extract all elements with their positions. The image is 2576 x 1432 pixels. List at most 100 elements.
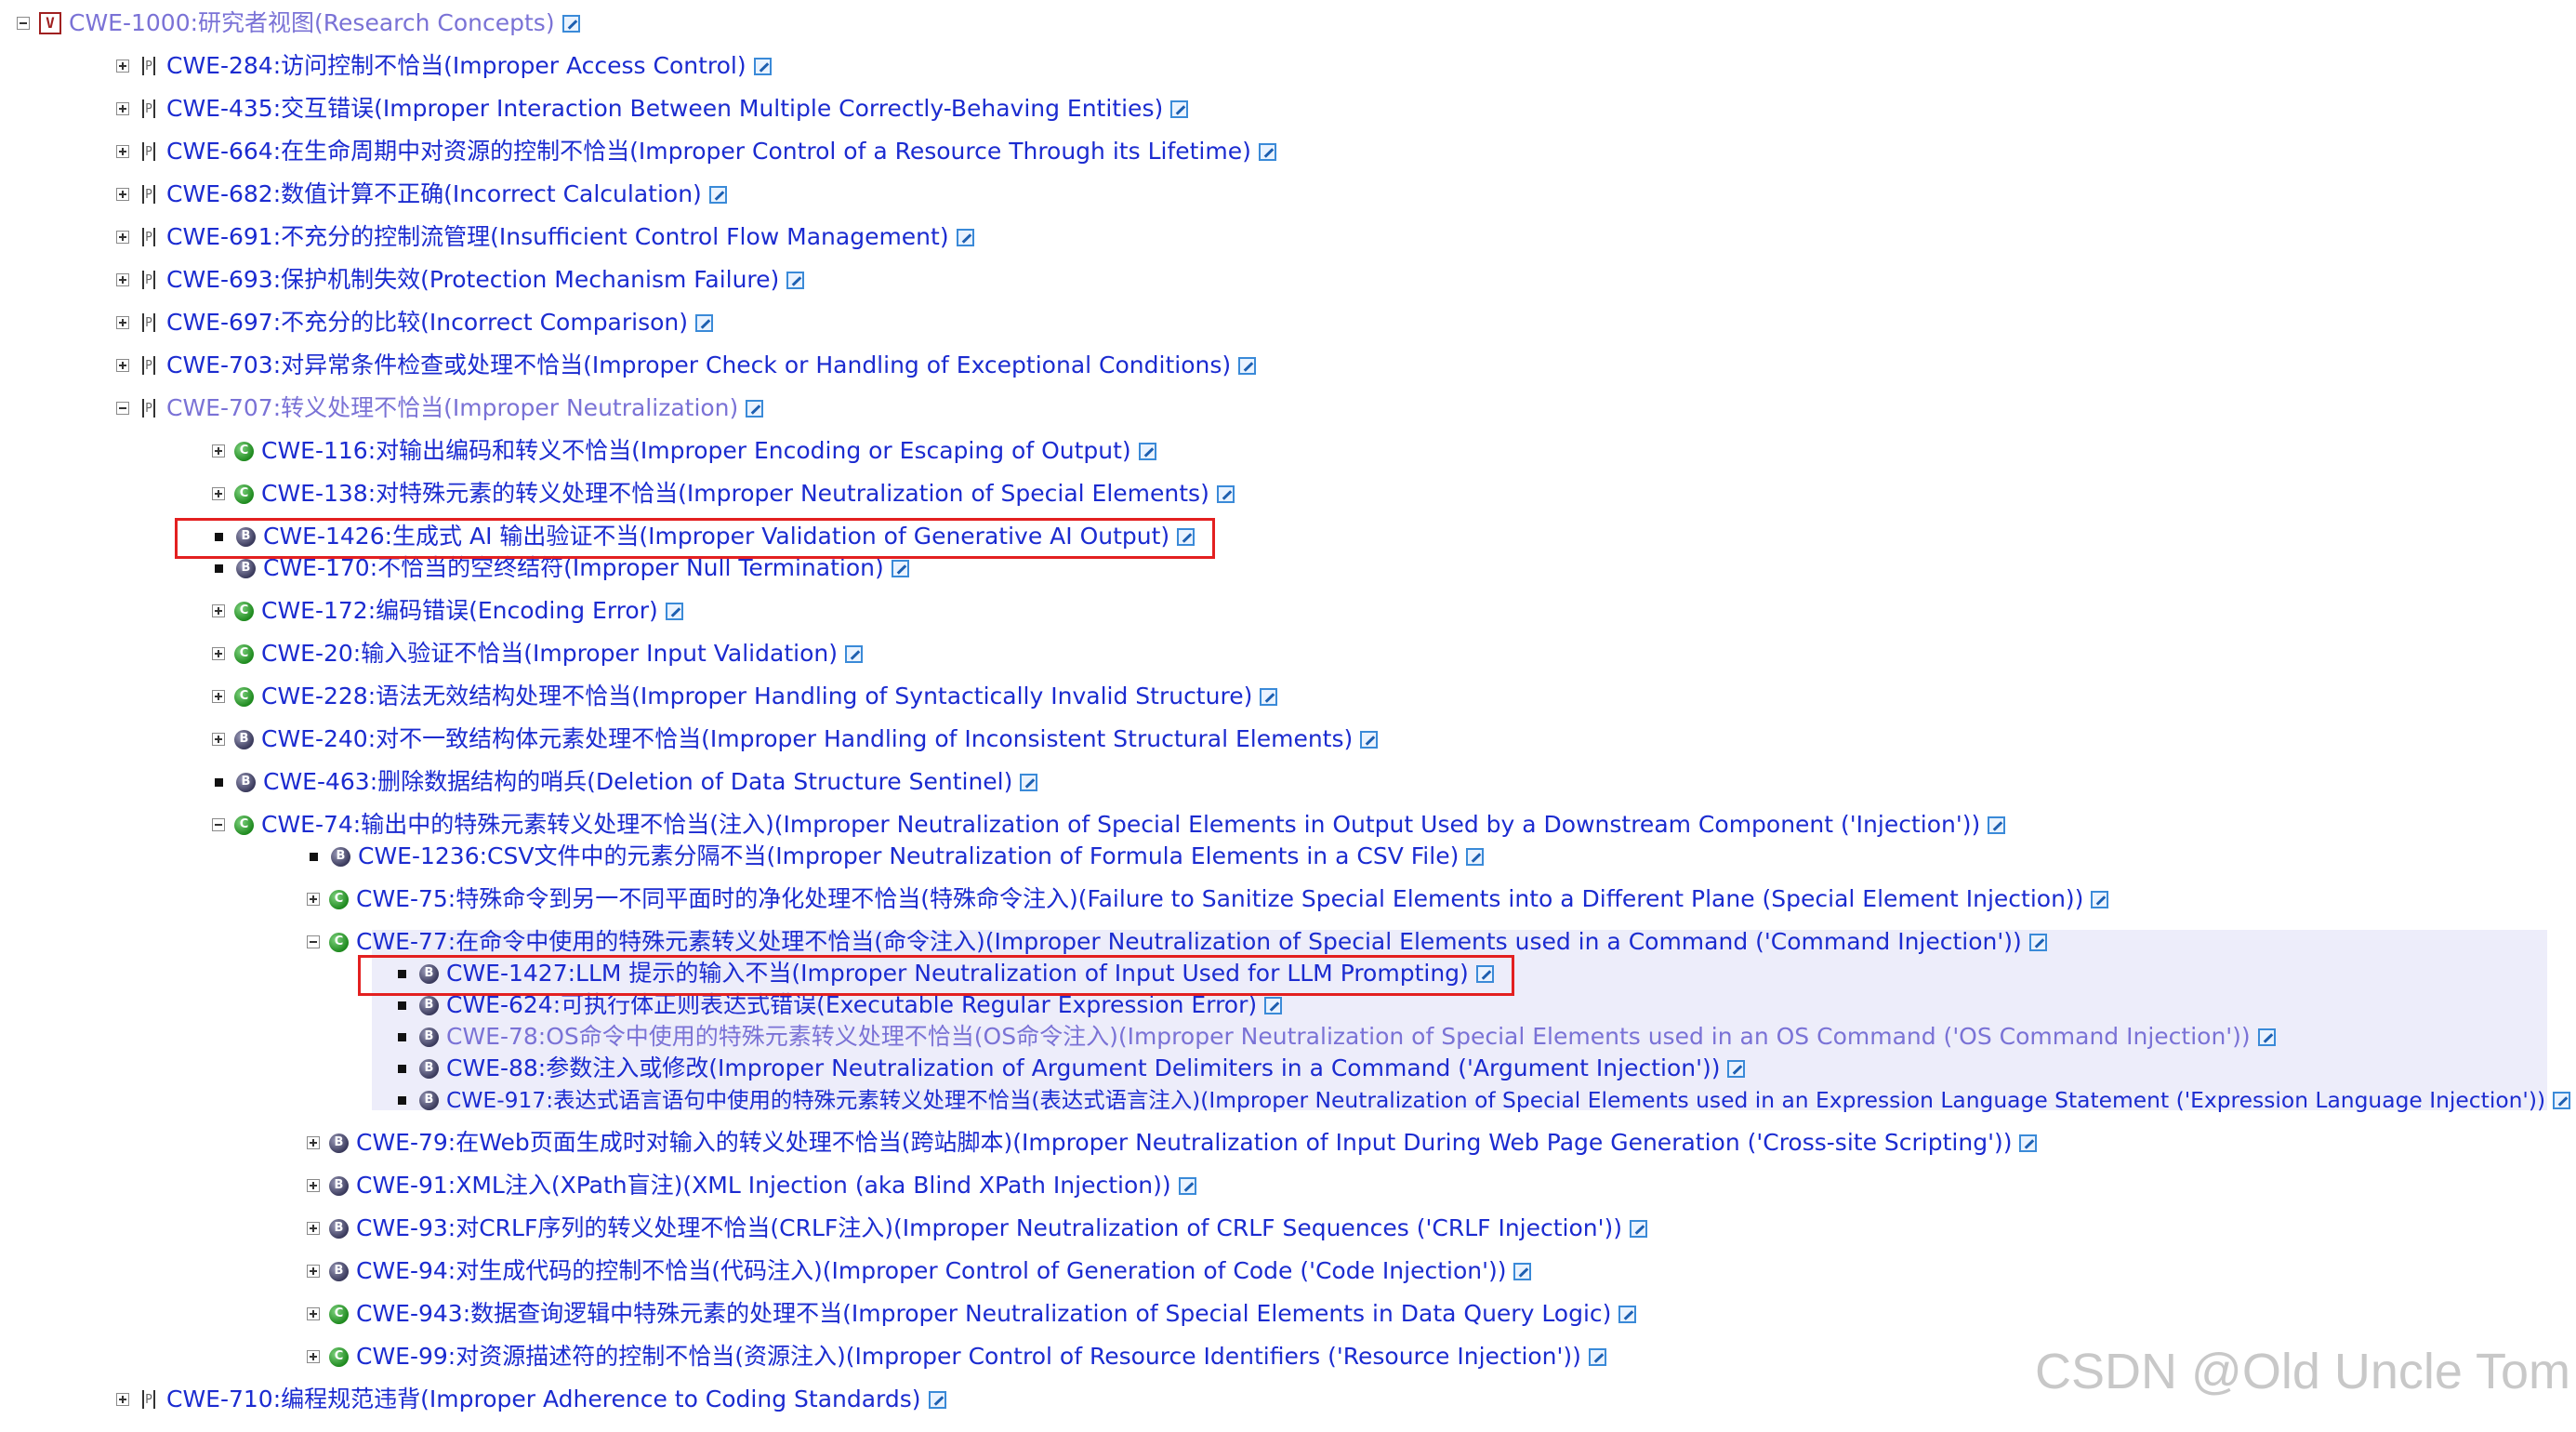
expand-toggle-icon[interactable] (307, 1350, 320, 1363)
tree-node[interactable]: P CWE-707:转义处理不恰当(Improper Neutralization… (116, 391, 764, 425)
edit-icon[interactable] (2028, 933, 2047, 951)
edit-icon[interactable] (1260, 687, 1278, 706)
edit-icon[interactable] (1727, 1059, 1746, 1078)
tree-node[interactable]: B CWE-1236:CSV文件中的元素分隔不当(Improper Neutral… (307, 840, 1485, 873)
expand-toggle-icon[interactable] (212, 690, 225, 703)
expand-toggle-icon[interactable] (116, 188, 129, 201)
edit-icon[interactable] (786, 271, 805, 289)
edit-icon[interactable] (928, 1390, 946, 1409)
tree-node-link[interactable]: CWE-1000:研究者视图(Research Concepts) (69, 7, 555, 40)
tree-node-link[interactable]: CWE-1236:CSV文件中的元素分隔不当(Improper Neutrali… (358, 840, 1459, 873)
edit-icon[interactable] (1513, 1262, 1532, 1280)
expand-toggle-icon[interactable] (116, 231, 129, 244)
tree-node[interactable]: B CWE-94:对生成代码的控制不恰当(代码注入)(Improper Contr… (307, 1254, 1532, 1288)
edit-icon[interactable] (1020, 773, 1038, 791)
expand-toggle-icon[interactable] (116, 60, 129, 73)
tree-node-link[interactable]: CWE-116:对输出编码和转义不恰当(Improper Encoding or… (261, 434, 1131, 468)
expand-toggle-icon[interactable] (212, 733, 225, 746)
tree-node-link[interactable]: CWE-20:输入验证不恰当(Improper Input Validation… (261, 637, 838, 670)
expand-toggle-icon[interactable] (116, 1393, 129, 1406)
edit-icon[interactable] (1258, 142, 1276, 161)
edit-icon[interactable] (1988, 815, 2006, 834)
edit-icon[interactable] (1138, 442, 1156, 460)
edit-icon[interactable] (1178, 1176, 1196, 1195)
tree-node-link[interactable]: CWE-707:转义处理不恰当(Improper Neutralization) (166, 391, 738, 425)
expand-toggle-icon[interactable] (116, 102, 129, 115)
expand-toggle-icon[interactable] (212, 647, 225, 660)
tree-node[interactable]: P CWE-691:不充分的控制流管理(Insufficient Control … (116, 220, 974, 254)
tree-node[interactable]: C CWE-116:对输出编码和转义不恰当(Improper Encoding o… (212, 434, 1156, 468)
tree-node[interactable]: C CWE-77:在命令中使用的特殊元素转义处理不恰当(命令注入)(Imprope… (307, 925, 2047, 959)
tree-node[interactable]: P CWE-710:编程规范违背(Improper Adherence to Co… (116, 1383, 946, 1416)
edit-icon[interactable] (2091, 890, 2109, 908)
tree-node-link[interactable]: CWE-284:访问控制不恰当(Improper Access Control) (166, 49, 746, 83)
expand-toggle-icon[interactable] (116, 316, 129, 329)
tree-node[interactable]: B CWE-463:删除数据结构的哨兵(Deletion of Data Stru… (212, 765, 1038, 799)
collapse-toggle-icon[interactable] (17, 17, 30, 30)
tree-node-link[interactable]: CWE-710:编程规范违背(Improper Adherence to Cod… (166, 1383, 921, 1416)
edit-icon[interactable] (956, 228, 974, 246)
expand-toggle-icon[interactable] (116, 145, 129, 158)
tree-node[interactable]: C CWE-172:编码错误(Encoding Error) (212, 594, 683, 628)
expand-toggle-icon[interactable] (212, 487, 225, 500)
tree-node[interactable]: B CWE-917:表达式语言语句中使用的特殊元素转义处理不恰当(表达式语言注入)… (395, 1083, 2571, 1117)
tree-node[interactable]: P CWE-435:交互错误(Improper Interaction Betwe… (116, 92, 1189, 126)
edit-icon[interactable] (1588, 1347, 1606, 1366)
edit-icon[interactable] (708, 185, 727, 204)
edit-icon[interactable] (1264, 996, 1283, 1014)
tree-node-link[interactable]: CWE-172:编码错误(Encoding Error) (261, 594, 658, 628)
tree-node[interactable]: B CWE-93:对CRLF序列的转义处理不恰当(CRLF注入)(Improper… (307, 1212, 1648, 1245)
tree-node-link[interactable]: CWE-99:对资源描述符的控制不恰当(资源注入)(Improper Contr… (356, 1340, 1581, 1373)
tree-node[interactable]: P CWE-693:保护机制失效(Protection Mechanism Fai… (116, 263, 805, 297)
tree-node[interactable]: P CWE-697:不充分的比较(Incorrect Comparison) (116, 306, 714, 339)
edit-icon[interactable] (844, 644, 863, 663)
edit-icon[interactable] (746, 399, 764, 418)
expand-toggle-icon[interactable] (307, 1136, 320, 1149)
tree-node-link[interactable]: CWE-917:表达式语言语句中使用的特殊元素转义处理不恰当(表达式语言注入)(… (446, 1083, 2545, 1117)
tree-node-link[interactable]: CWE-74:输出中的特殊元素转义处理不恰当(注入)(Improper Neut… (261, 808, 1980, 842)
tree-node[interactable]: B CWE-91:XML注入(XPath盲注)(XML Injection (ak… (307, 1169, 1196, 1202)
tree-node-link[interactable]: CWE-93:对CRLF序列的转义处理不恰当(CRLF注入)(Improper … (356, 1212, 1622, 1245)
collapse-toggle-icon[interactable] (212, 818, 225, 831)
tree-node-link[interactable]: CWE-75:特殊命令到另一不同平面时的净化处理不恰当(特殊命令注入)(Fail… (356, 882, 2083, 916)
tree-node-link[interactable]: CWE-693:保护机制失效(Protection Mechanism Fail… (166, 263, 779, 297)
tree-node-link[interactable]: CWE-463:删除数据结构的哨兵(Deletion of Data Struc… (263, 765, 1012, 799)
edit-icon[interactable] (1216, 484, 1235, 503)
tree-node-link[interactable]: CWE-138:对特殊元素的转义处理不恰当(Improper Neutraliz… (261, 477, 1209, 510)
tree-node-link[interactable]: CWE-94:对生成代码的控制不恰当(代码注入)(Improper Contro… (356, 1254, 1506, 1288)
edit-icon[interactable] (1618, 1305, 1637, 1323)
edit-icon[interactable] (1630, 1219, 1648, 1238)
tree-node[interactable]: C CWE-74:输出中的特殊元素转义处理不恰当(注入)(Improper Neu… (212, 808, 2006, 842)
tree-node[interactable]: C CWE-20:输入验证不恰当(Improper Input Validatio… (212, 637, 863, 670)
tree-node-link[interactable]: CWE-703:对异常条件检查或处理不恰当(Improper Check or … (166, 349, 1231, 382)
expand-toggle-icon[interactable] (212, 444, 225, 457)
edit-icon[interactable] (561, 14, 580, 33)
tree-node[interactable]: P CWE-664:在生命周期中对资源的控制不恰当(Improper Contro… (116, 135, 1276, 168)
tree-node[interactable]: B CWE-240:对不一致结构体元素处理不恰当(Improper Handlin… (212, 723, 1379, 756)
edit-icon[interactable] (891, 559, 909, 577)
edit-icon[interactable] (1466, 847, 1485, 866)
tree-node-link[interactable]: CWE-943:数据查询逻辑中特殊元素的处理不当(Improper Neutra… (356, 1297, 1611, 1331)
tree-node-link[interactable]: CWE-91:XML注入(XPath盲注)(XML Injection (aka… (356, 1169, 1171, 1202)
expand-toggle-icon[interactable] (116, 273, 129, 286)
tree-node[interactable]: V CWE-1000:研究者视图(Research Concepts) (17, 7, 580, 40)
collapse-toggle-icon[interactable] (307, 935, 320, 948)
tree-node-link[interactable]: CWE-88:参数注入或修改(Improper Neutralization o… (446, 1052, 1720, 1085)
tree-node-link[interactable]: CWE-682:数值计算不正确(Incorrect Calculation) (166, 178, 702, 211)
expand-toggle-icon[interactable] (307, 1265, 320, 1278)
tree-node-link[interactable]: CWE-435:交互错误(Improper Interaction Betwee… (166, 92, 1163, 126)
edit-icon[interactable] (665, 602, 683, 620)
edit-icon[interactable] (2257, 1028, 2276, 1046)
tree-node[interactable]: C CWE-99:对资源描述符的控制不恰当(资源注入)(Improper Cont… (307, 1340, 1606, 1373)
tree-node[interactable]: P CWE-682:数值计算不正确(Incorrect Calculation) (116, 178, 727, 211)
tree-node-link[interactable]: CWE-77:在命令中使用的特殊元素转义处理不恰当(命令注入)(Improper… (356, 925, 2022, 959)
tree-node[interactable]: C CWE-228:语法无效结构处理不恰当(Improper Handling o… (212, 680, 1278, 713)
collapse-toggle-icon[interactable] (116, 402, 129, 415)
tree-node[interactable]: P CWE-284:访问控制不恰当(Improper Access Control… (116, 49, 772, 83)
tree-node[interactable]: B CWE-78:OS命令中使用的特殊元素转义处理不恰当(OS命令注入)(Impr… (395, 1020, 2276, 1054)
tree-node[interactable]: B CWE-79:在Web页面生成时对输入的转义处理不恰当(跨站脚本)(Impro… (307, 1126, 2038, 1160)
tree-node-link[interactable]: CWE-691:不充分的控制流管理(Insufficient Control F… (166, 220, 949, 254)
tree-node[interactable]: B CWE-88:参数注入或修改(Improper Neutralization … (395, 1052, 1746, 1085)
tree-node-link[interactable]: CWE-228:语法无效结构处理不恰当(Improper Handling of… (261, 680, 1252, 713)
tree-node[interactable]: P CWE-703:对异常条件检查或处理不恰当(Improper Check or… (116, 349, 1257, 382)
